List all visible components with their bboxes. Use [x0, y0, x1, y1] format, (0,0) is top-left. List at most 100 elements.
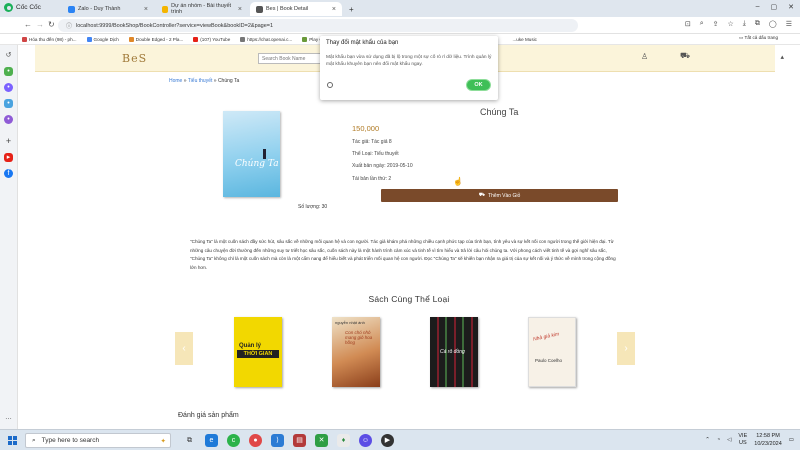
page-content: BeS Search Book Name ♙ ⛟ ▴ Home » Tiểu t… [18, 45, 800, 429]
dictionary-icon[interactable]: ⊡ [685, 20, 691, 28]
bookmark-item[interactable]: https://chat.openai.c... [240, 36, 292, 42]
network-icon[interactable]: ◔ [717, 437, 720, 443]
browser-toolbar-icons: ⊡ ⌕ ⇪ ☆ ⤓ ⧉ ◯ ☰ [685, 20, 792, 28]
forward-arrow-icon[interactable]: → [36, 20, 44, 29]
minimize-icon[interactable]: – [756, 3, 760, 11]
clock-time: 12:58 PM [756, 433, 780, 439]
info-icon[interactable]: ⓘ [66, 21, 72, 30]
chrome-icon[interactable]: ● [249, 434, 262, 447]
bookmark-item[interactable]: Double Edged - 2 Pla... [128, 36, 183, 42]
more-icon[interactable]: … [4, 413, 13, 422]
book-title: Chúng Ta [480, 107, 519, 117]
extensions-icon[interactable]: ⧉ [755, 20, 760, 28]
bookmark-item[interactable]: (107) YouTube [193, 36, 230, 42]
chevron-up-icon[interactable]: ⌃ [705, 437, 710, 443]
related-book-author: nguyễn nhật ánh [335, 320, 365, 325]
user-icon[interactable]: ♙ [641, 52, 648, 61]
bookmark-favicon-icon [240, 36, 246, 42]
related-books-title: Sách Cùng Thể Loại [368, 294, 450, 304]
related-book-card[interactable]: Cá rô đồng [430, 317, 478, 387]
chevron-right-icon: › [624, 343, 628, 354]
clock[interactable]: 12:58 PM 10/23/2024 [754, 432, 782, 448]
zoom-icon[interactable]: ⌕ [700, 20, 704, 28]
site-logo[interactable]: BeS [122, 52, 147, 65]
analytics-icon[interactable]: • [4, 99, 13, 108]
related-book-card[interactable]: Quản lý THỜI GIAN [234, 317, 282, 387]
hand-cursor-icon: ☝ [453, 177, 463, 186]
chat-icon[interactable]: • [4, 67, 13, 76]
coccoc-logo-icon [4, 3, 13, 12]
bookmark-favicon-icon [128, 36, 134, 42]
volume-icon[interactable]: ◁ [727, 437, 731, 443]
carousel-prev-button[interactable]: ‹ [175, 332, 193, 365]
bookmark-star-icon[interactable]: ☆ [727, 20, 733, 28]
breadcrumb-category[interactable]: Tiểu thuyết [188, 78, 213, 84]
profile-icon[interactable]: ◯ [769, 20, 777, 28]
breadcrumb: Home » Tiểu thuyết » Chúng Ta [169, 78, 239, 84]
netbeans-icon[interactable]: ▤ [293, 434, 306, 447]
cart-icon[interactable]: ⛟ [680, 51, 690, 61]
notifications-icon[interactable]: ▭ [789, 437, 794, 443]
bookmark-item[interactable]: ...uke Music [512, 37, 537, 42]
taskbar-search-input[interactable]: ⌕ Type here to search ✦ [25, 433, 171, 448]
reviews-title: Đánh giá sản phẩm [178, 412, 239, 419]
tab-zalo[interactable]: Zalo - Duy Thành × [62, 2, 154, 16]
carousel-next-button[interactable]: › [617, 332, 635, 365]
add-panel-icon[interactable]: + [4, 137, 13, 146]
language-indicator[interactable]: VIE US [738, 433, 747, 447]
browser-side-panel: ↺ • • • • + ▸ f … [0, 45, 18, 429]
maximize-icon[interactable]: ▢ [771, 3, 778, 11]
bookmark-item[interactable]: Hóa thu đến (98) - ph... [22, 36, 77, 42]
scroll-up-icon[interactable]: ▴ [780, 53, 784, 61]
close-tab-icon[interactable]: × [238, 6, 242, 13]
related-book-card[interactable]: Nhà giả kim Paulo Coelho [528, 317, 576, 387]
browser-brand[interactable]: Cốc Cốc [4, 3, 41, 12]
browser-tab-strip: Cốc Cốc Zalo - Duy Thành × Dự án nhóm - … [0, 0, 800, 17]
bookmark-item[interactable]: Google Dịch [86, 36, 119, 42]
facebook-icon[interactable]: f [4, 169, 13, 178]
task-view-icon[interactable]: ⧉ [183, 434, 196, 447]
book-edition: Tái bản lần thứ: 2 [352, 176, 392, 182]
related-book-subtitle: THỜI GIAN [237, 350, 279, 358]
vscode-icon[interactable]: ⟩ [271, 434, 284, 447]
new-tab-button[interactable]: + [343, 2, 360, 16]
book-published: Xuất bản ngày: 2019-05-10 [352, 163, 413, 169]
settings-icon[interactable] [327, 82, 333, 88]
ok-button[interactable]: OK [466, 79, 491, 91]
history-icon[interactable]: ↺ [4, 51, 13, 60]
tab-label: Bes | Book Detail [266, 6, 309, 12]
reload-icon[interactable]: ↻ [48, 20, 55, 29]
youtube-icon[interactable]: ▸ [4, 153, 13, 162]
taskbar-apps: ⧉ e c ● ⟩ ▤ ✕ ♦ ☺ ▶ [183, 434, 394, 447]
back-arrow-icon[interactable]: ← [24, 20, 32, 29]
window-controls: – ▢ ✕ [756, 3, 794, 11]
close-tab-icon[interactable]: × [144, 6, 148, 13]
messenger-icon[interactable]: • [4, 83, 13, 92]
book-category: Thể Loại: Tiểu thuyết [352, 151, 399, 157]
xbox-icon[interactable]: ✕ [315, 434, 328, 447]
share-icon[interactable]: ⇪ [713, 20, 719, 28]
all-bookmarks-button[interactable]: ▭ Tất cả dấu trang [739, 35, 778, 41]
address-bar[interactable]: ⓘ localhost:9999/BookShop/BookController… [58, 19, 578, 32]
related-book-card[interactable]: nguyễn nhật ánh Con chó nhỏ mang giỏ hoa… [332, 317, 380, 387]
close-tab-icon[interactable]: × [332, 6, 336, 13]
download-icon[interactable]: ⤓ [743, 20, 746, 28]
add-to-cart-button[interactable]: ⛟ Thêm Vào Giỏ [381, 189, 618, 202]
media-player-icon[interactable]: ▶ [381, 434, 394, 447]
windows-start-icon[interactable] [8, 436, 17, 445]
coccoc-icon[interactable]: c [227, 434, 240, 447]
cover-figure [263, 149, 266, 159]
discord-icon[interactable]: ☺ [359, 434, 372, 447]
url-text: localhost:9999/BookShop/BookController?s… [76, 22, 274, 29]
close-window-icon[interactable]: ✕ [788, 3, 794, 11]
browser-nav-bar: ← → ↻ ⓘ localhost:9999/BookShop/BookCont… [0, 17, 800, 34]
edge-icon[interactable]: e [205, 434, 218, 447]
book-author: Tác giả: Tác giả 8 [352, 139, 392, 145]
breadcrumb-home[interactable]: Home [169, 78, 182, 84]
menu-icon[interactable]: ☰ [786, 20, 792, 28]
bookmark-favicon-icon [22, 36, 27, 42]
tab-slides[interactable]: Dự án nhóm - Bài thuyết trình × [156, 2, 248, 16]
tab-book-detail[interactable]: Bes | Book Detail × [250, 2, 342, 16]
assistant-icon[interactable]: • [4, 115, 13, 124]
mongodb-icon[interactable]: ♦ [337, 434, 350, 447]
